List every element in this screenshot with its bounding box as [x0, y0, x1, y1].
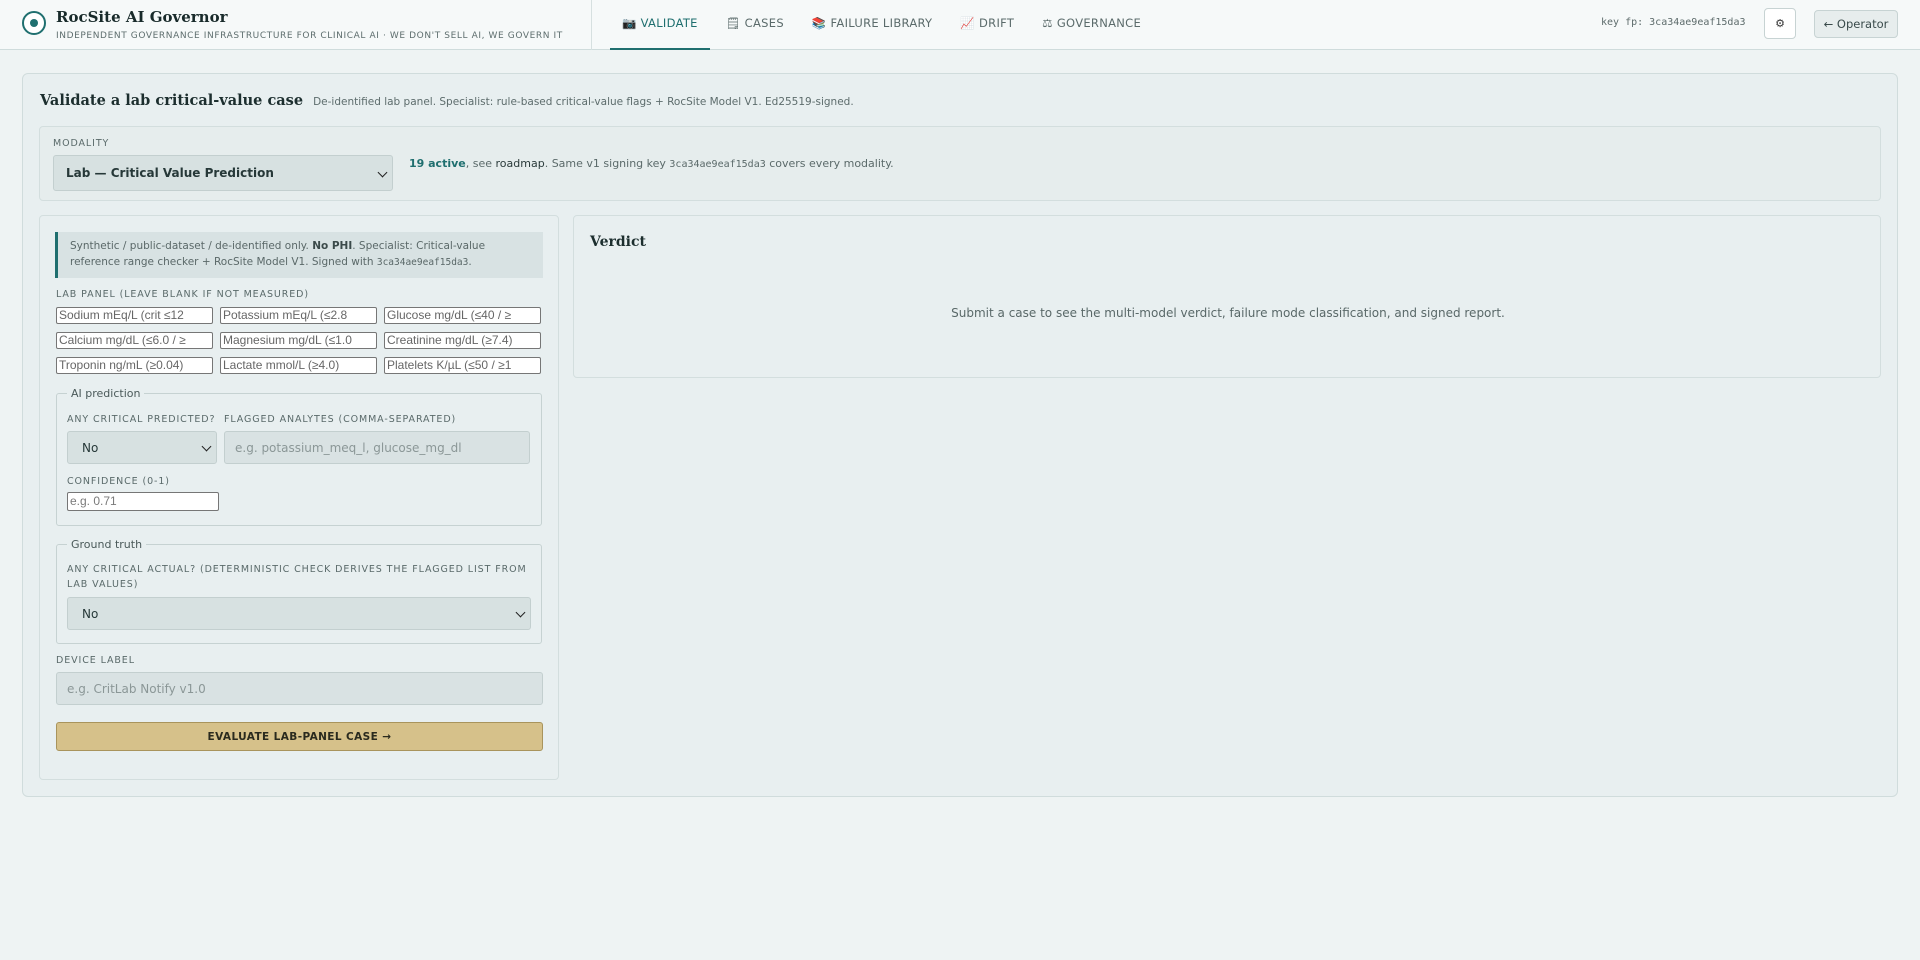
ai-prediction-legend: AI prediction — [67, 387, 145, 400]
verdict-empty-state: Submit a case to see the multi-model ver… — [951, 306, 1505, 320]
select-value: No — [82, 606, 99, 621]
tab-label: GOVERNANCE — [1056, 16, 1142, 30]
active-count-link[interactable]: 19 active — [409, 157, 466, 170]
logo-icon — [22, 11, 46, 35]
modality-label: MODALITY — [53, 138, 110, 149]
lactate-input[interactable]: Lactate mmol/L (≥4.0) — [220, 357, 377, 374]
any-critical-actual-label: ANY CRITICAL ACTUAL? (DETERMINISTIC CHEC… — [67, 564, 527, 590]
tab-label: FAILURE LIBRARY — [830, 16, 933, 30]
troponin-input[interactable]: Troponin ng/mL (≥0.04) — [56, 357, 213, 374]
flagged-analytes-label: FLAGGED ANALYTES (COMMA-SEPARATED) — [224, 414, 457, 425]
validate-card: Validate a lab critical-value case De-id… — [22, 73, 1898, 797]
note-text: , see — [465, 157, 496, 170]
card-header: Validate a lab critical-value case De-id… — [40, 92, 854, 109]
modality-section: MODALITY Lab — Critical Value Prediction… — [39, 126, 1881, 201]
key-fingerprint: key fp: 3ca34ae9eaf15da3 — [1601, 17, 1746, 28]
confidence-input[interactable]: e.g. 0.71 — [67, 492, 219, 511]
note-text: covers every modality. — [765, 157, 894, 170]
note-text: . Same v1 signing key — [544, 157, 670, 170]
divider — [591, 0, 592, 50]
top-bar: RocSite AI Governor INDEPENDENT GOVERNAN… — [0, 0, 1920, 50]
evaluate-button[interactable]: EVALUATE LAB-PANEL CASE → — [56, 722, 543, 751]
chevron-down-icon — [201, 441, 212, 452]
device-label: DEVICE LABEL — [56, 655, 135, 666]
device-label-input[interactable]: e.g. CritLab Notify v1.0 — [56, 672, 543, 705]
potassium-input[interactable]: Potassium mEq/L (≤2.8 — [220, 307, 377, 324]
notice-key: 3ca34ae9eaf15da3 — [376, 257, 469, 268]
lab-panel-label: LAB PANEL (LEAVE BLANK IF NOT MEASURED) — [56, 289, 309, 300]
glucose-input[interactable]: Glucose mg/dL (≤40 / ≥ — [384, 307, 541, 324]
roadmap-link[interactable]: roadmap — [496, 157, 545, 170]
app-subtitle: INDEPENDENT GOVERNANCE INFRASTRUCTURE FO… — [56, 31, 563, 41]
verdict-title: Verdict — [590, 234, 646, 250]
ground-truth-legend: Ground truth — [67, 538, 147, 551]
notice-text: Synthetic / public-dataset / de-identifi… — [70, 240, 313, 252]
ground-truth-fieldset: Ground truth ANY CRITICAL ACTUAL? (DETER… — [56, 538, 542, 644]
phi-notice: Synthetic / public-dataset / de-identifi… — [55, 232, 543, 278]
books-icon: 📚 — [811, 16, 827, 30]
operator-button[interactable]: ← Operator — [1814, 10, 1898, 38]
main-nav: 📷 VALIDATE 🗒 CASES 📚 FAILURE LIBRARY 📈 DRIFT… — [610, 0, 1169, 50]
creatinine-input[interactable]: Creatinine mg/dL (≥7.4) — [384, 332, 541, 349]
any-critical-predicted-label: ANY CRITICAL PREDICTED? — [67, 414, 216, 425]
scales-icon: ⚖ — [1042, 16, 1053, 30]
page-description: De-identified lab panel. Specialist: rul… — [313, 96, 854, 108]
platelets-input[interactable]: Platelets K/µL (≤50 / ≥1 — [384, 357, 541, 374]
ai-prediction-fieldset: AI prediction ANY CRITICAL PREDICTED? No… — [56, 387, 542, 526]
app-title: RocSite AI Governor — [56, 8, 228, 26]
chevron-down-icon — [515, 607, 526, 618]
magnesium-input[interactable]: Magnesium mg/dL (≤1.0 — [220, 332, 377, 349]
modality-select[interactable]: Lab — Critical Value Prediction — [53, 155, 393, 191]
tab-label: CASES — [744, 16, 784, 30]
tab-label: DRIFT — [979, 16, 1015, 30]
tab-label: VALIDATE — [640, 16, 698, 30]
tab-failure-library[interactable]: 📚 FAILURE LIBRARY — [812, 0, 932, 50]
notice-text: . — [468, 256, 472, 268]
signing-key: 3ca34ae9eaf15da3 — [669, 159, 766, 170]
modality-note: 19 active, see roadmap. Same v1 signing … — [409, 157, 894, 170]
modality-selected: Lab — Critical Value Prediction — [66, 166, 274, 180]
chart-icon: 📈 — [960, 16, 976, 30]
chevron-down-icon — [377, 167, 388, 178]
verdict-panel: Verdict Submit a case to see the multi-m… — [573, 215, 1881, 378]
sodium-input[interactable]: Sodium mEq/L (crit ≤12 — [56, 307, 213, 324]
case-form: Synthetic / public-dataset / de-identifi… — [39, 215, 559, 780]
notepad-icon: 🗒 — [725, 16, 741, 30]
any-critical-actual-select[interactable]: No — [67, 597, 531, 630]
calcium-input[interactable]: Calcium mg/dL (≤6.0 / ≥ — [56, 332, 213, 349]
tab-validate[interactable]: 📷 VALIDATE — [610, 0, 710, 50]
flagged-analytes-input[interactable]: e.g. potassium_meq_l, glucose_mg_dl — [224, 431, 530, 464]
camera-icon: 📷 — [622, 16, 637, 30]
tab-governance[interactable]: ⚖ GOVERNANCE — [1042, 0, 1141, 50]
page-title: Validate a lab critical-value case — [40, 92, 304, 109]
settings-button[interactable]: ⚙ — [1764, 8, 1796, 39]
tab-drift[interactable]: 📈 DRIFT — [960, 0, 1014, 50]
confidence-label: CONFIDENCE (0-1) — [67, 476, 170, 487]
any-critical-predicted-select[interactable]: No — [67, 431, 217, 464]
tab-cases[interactable]: 🗒 CASES — [726, 0, 784, 50]
no-phi-text: No PHI — [312, 240, 353, 252]
gear-icon: ⚙ — [1775, 17, 1785, 30]
select-value: No — [82, 440, 99, 455]
brand[interactable]: RocSite AI Governor INDEPENDENT GOVERNAN… — [22, 9, 563, 41]
